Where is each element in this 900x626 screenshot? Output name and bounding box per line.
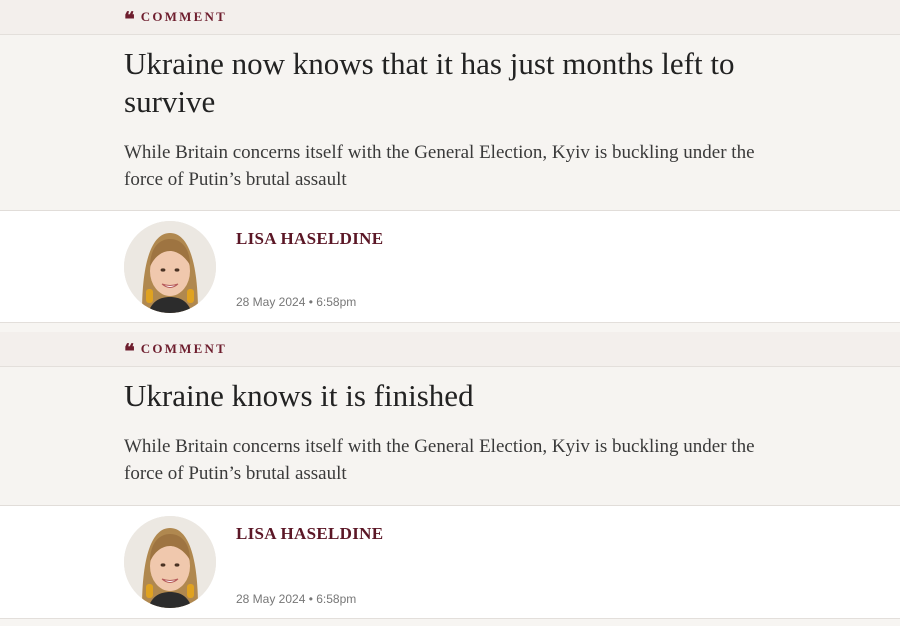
quote-mark-icon: ❝ bbox=[124, 341, 135, 363]
headline-area: Ukraine now knows that it has just month… bbox=[0, 35, 900, 211]
comment-tag[interactable]: ❝ COMMENT bbox=[124, 339, 227, 363]
headline[interactable]: Ukraine knows it is finished bbox=[0, 367, 784, 415]
author-photo-icon bbox=[124, 516, 216, 608]
tag-label: COMMENT bbox=[140, 9, 227, 24]
comment-tag-row: ❝ COMMENT bbox=[0, 0, 900, 35]
article-card-1: ❝ COMMENT Ukraine now knows that it has … bbox=[0, 0, 900, 323]
tag-label: COMMENT bbox=[140, 341, 227, 356]
timestamp: 28 May 2024 • 6:58pm bbox=[236, 592, 357, 606]
comment-tag-row: ❝ COMMENT bbox=[0, 332, 900, 367]
standfirst: While Britain concerns itself with the G… bbox=[124, 142, 755, 190]
timestamp: 28 May 2024 • 6:58pm bbox=[236, 295, 357, 309]
author-name[interactable]: LISA HASELDINE bbox=[236, 229, 383, 249]
comment-tag[interactable]: ❝ COMMENT bbox=[124, 7, 227, 31]
article-card-2: ❝ COMMENT Ukraine knows it is finished W… bbox=[0, 332, 900, 619]
headline[interactable]: Ukraine now knows that it has just month… bbox=[0, 35, 784, 121]
author-avatar[interactable] bbox=[124, 516, 216, 608]
author-photo-icon bbox=[124, 221, 216, 313]
byline: LISA HASELDINE 28 May 2024 • 6:58pm bbox=[0, 506, 900, 619]
byline: LISA HASELDINE 28 May 2024 • 6:58pm bbox=[0, 211, 900, 323]
headline-area: Ukraine knows it is finished While Brita… bbox=[0, 367, 900, 506]
standfirst: While Britain concerns itself with the G… bbox=[124, 436, 755, 484]
author-name[interactable]: LISA HASELDINE bbox=[236, 524, 383, 544]
quote-mark-icon: ❝ bbox=[124, 9, 135, 31]
author-avatar[interactable] bbox=[124, 221, 216, 313]
